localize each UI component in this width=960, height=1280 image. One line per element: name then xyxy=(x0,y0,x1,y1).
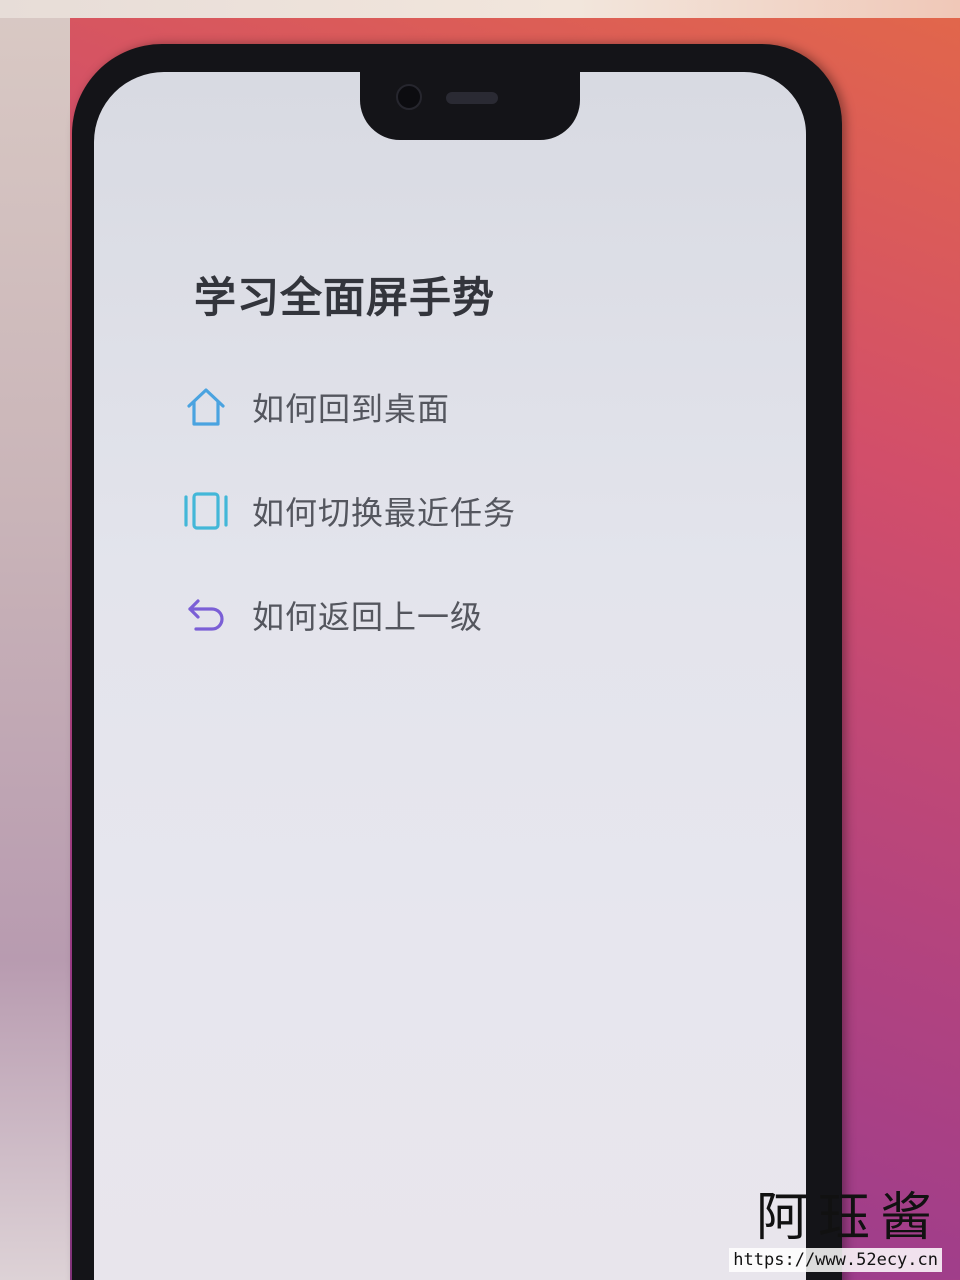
home-icon xyxy=(180,381,232,433)
menu-item-back[interactable]: 如何返回上一级 xyxy=(180,585,483,645)
page-title: 学习全面屏手势 xyxy=(194,273,496,322)
menu-item-home-label: 如何回到桌面 xyxy=(252,390,451,428)
watermark-name: 阿珏酱 xyxy=(755,1188,942,1248)
background-box-left xyxy=(0,0,70,1280)
front-camera xyxy=(396,84,422,110)
phone-frame: 学习全面屏手势 如何回到桌面 如何切换最近任务 如何返回上一级 xyxy=(72,44,842,1280)
recent-tasks-icon xyxy=(180,485,232,537)
watermark-url: https://www.52ecy.cn xyxy=(729,1248,942,1272)
menu-item-recent-tasks-label: 如何切换最近任务 xyxy=(252,494,517,532)
back-arrow-icon xyxy=(180,589,232,641)
earpiece-speaker xyxy=(446,92,498,104)
menu-item-home[interactable]: 如何回到桌面 xyxy=(180,377,450,437)
watermark: 阿珏酱 https://www.52ecy.cn xyxy=(729,1188,942,1272)
phone-screen: 学习全面屏手势 如何回到桌面 如何切换最近任务 如何返回上一级 xyxy=(94,72,806,1280)
notch xyxy=(360,72,580,140)
menu-item-recent-tasks[interactable]: 如何切换最近任务 xyxy=(180,481,516,541)
background-box-top xyxy=(0,0,960,18)
menu-item-back-label: 如何返回上一级 xyxy=(252,598,484,636)
